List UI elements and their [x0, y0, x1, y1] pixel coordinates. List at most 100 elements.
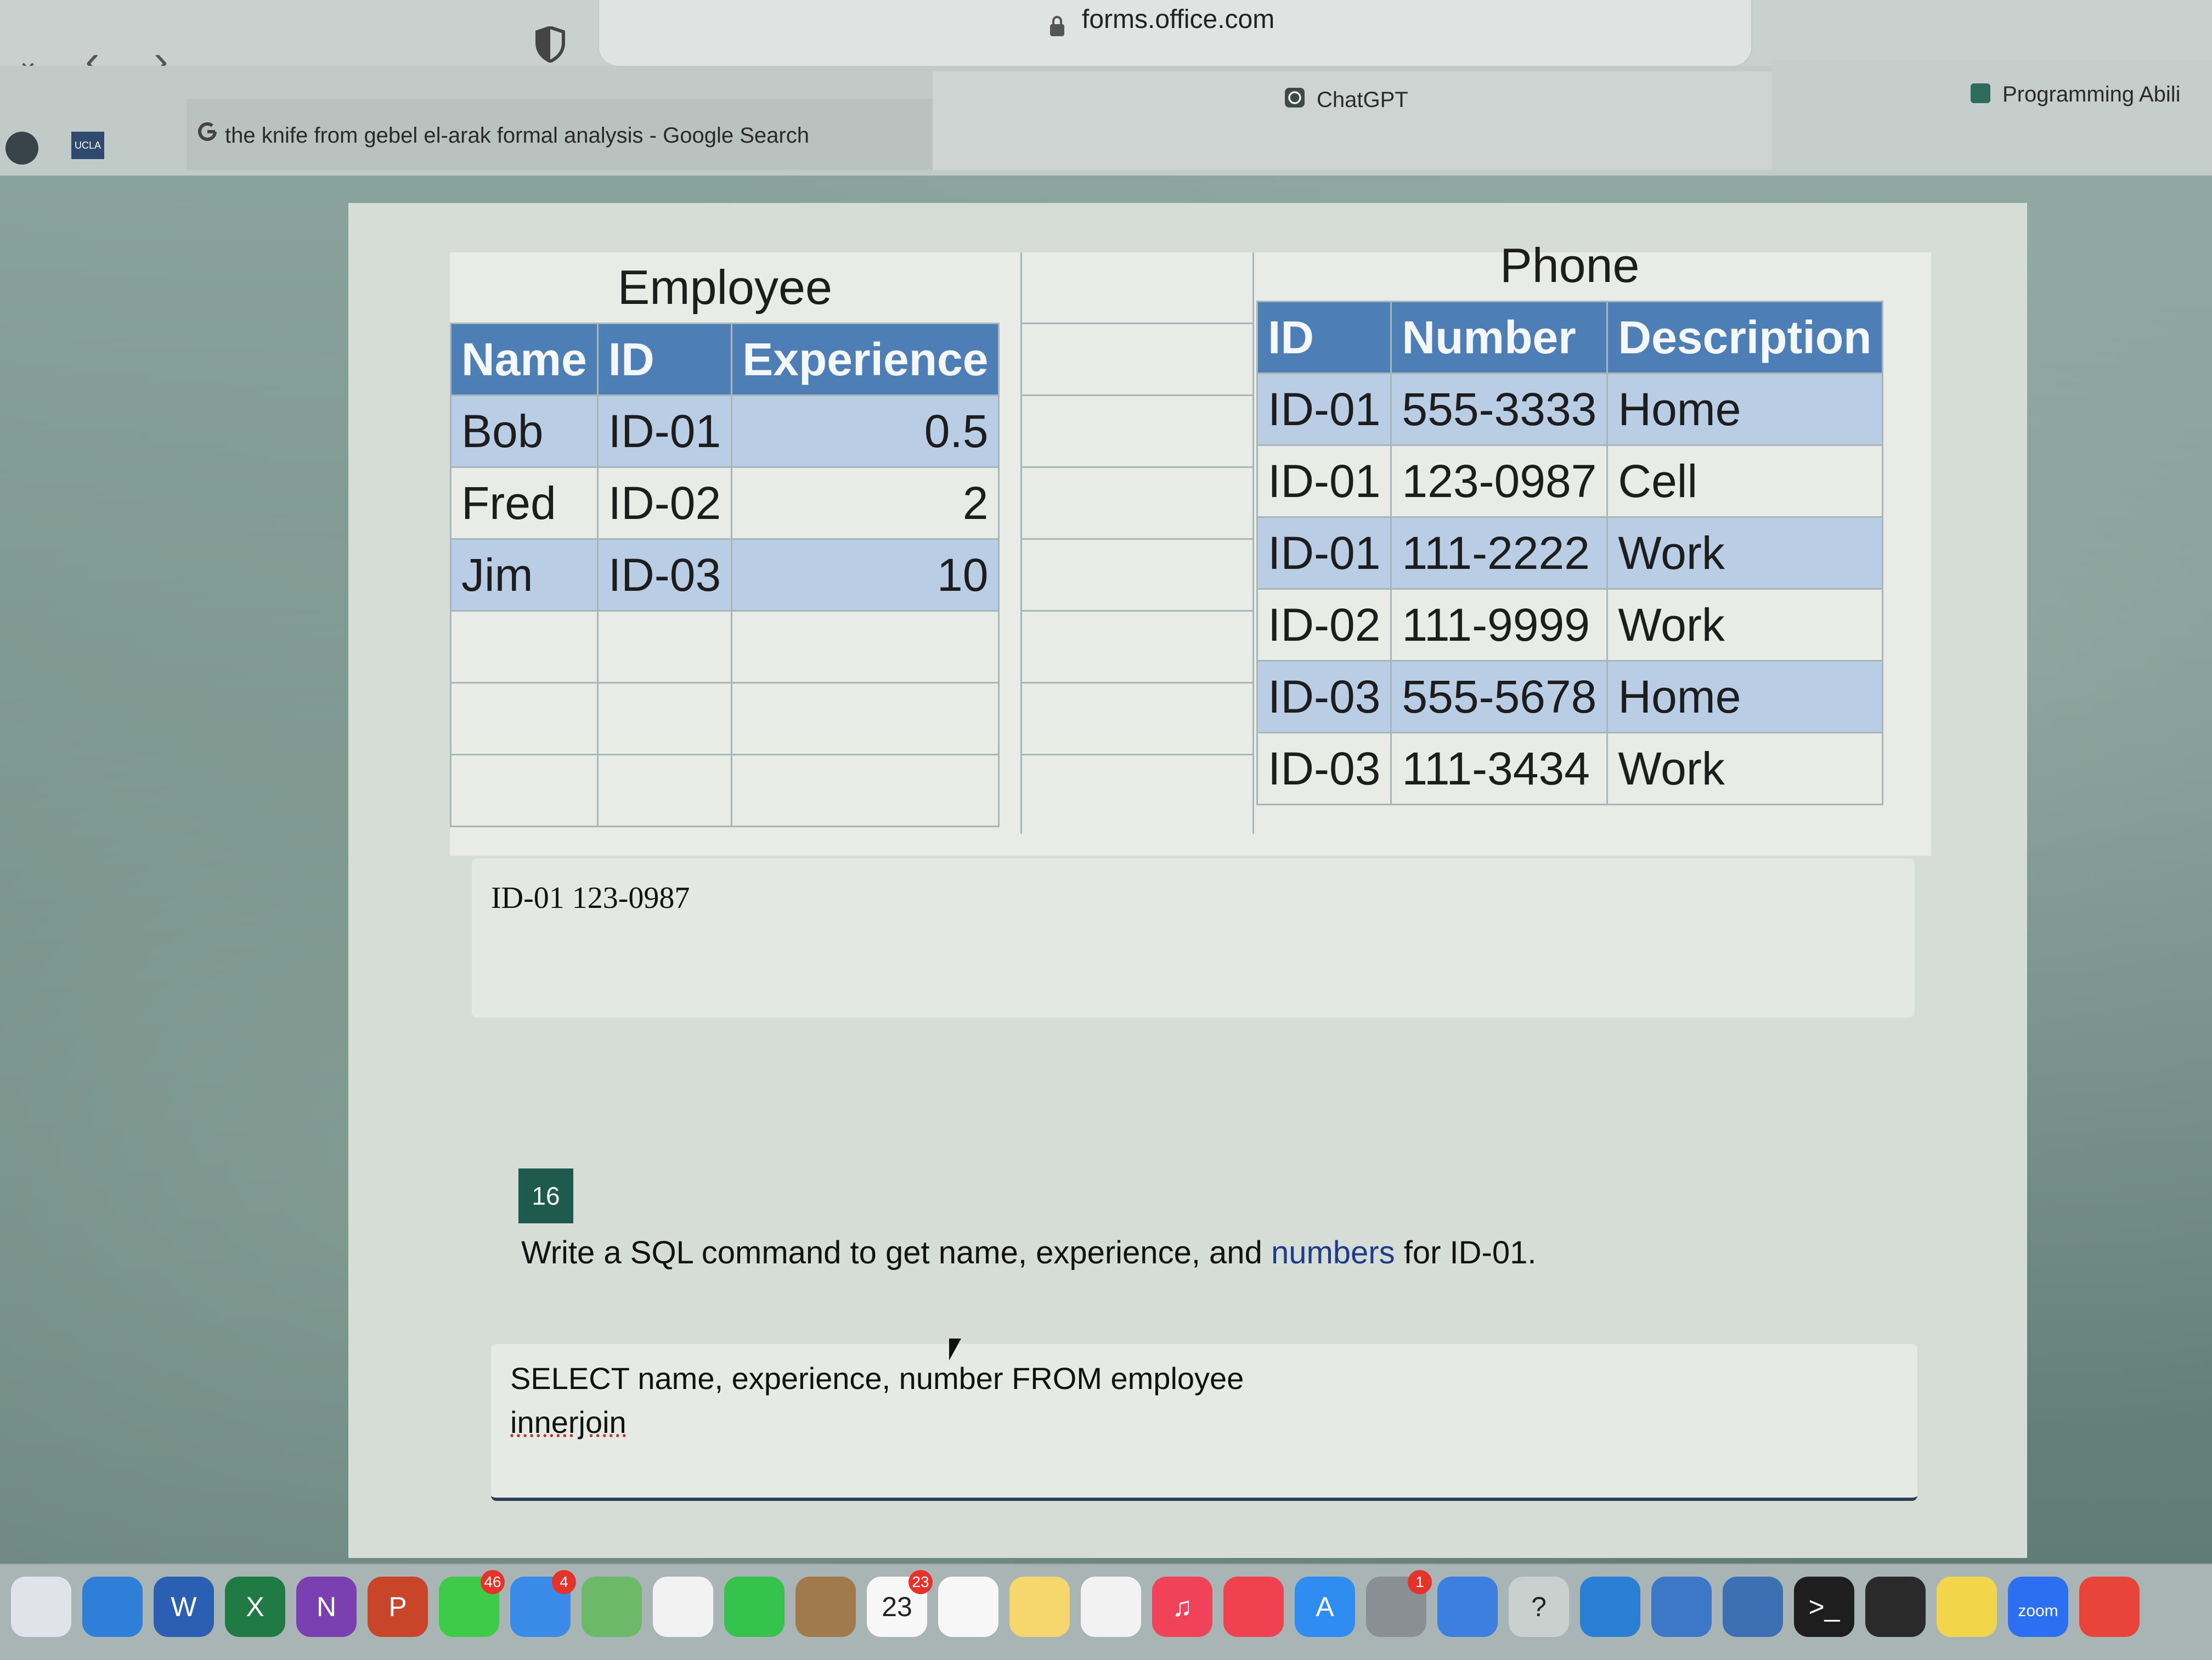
table-row: ID-02 111-9999 Work — [1256, 588, 1883, 662]
excel-icon[interactable]: X — [225, 1577, 285, 1637]
facetime-icon[interactable] — [724, 1577, 785, 1637]
previous-answer-text: ID-01 123-0987 — [491, 881, 690, 915]
cell-number: 555-3333 — [1390, 372, 1609, 446]
question-text-part: Write a SQL command to get name, experie… — [521, 1235, 1271, 1271]
notification-badge: 46 — [481, 1570, 505, 1594]
messages-icon[interactable]: 46 — [439, 1570, 505, 1637]
cell-id: ID-01 — [596, 394, 733, 468]
cell-experience: 2 — [731, 466, 1000, 540]
terminal-glyph: >_ — [1808, 1591, 1840, 1622]
cell-number: 111-2222 — [1390, 516, 1609, 590]
phone-title: Phone — [1500, 238, 1640, 292]
notes-icon[interactable] — [1009, 1577, 1070, 1637]
tab-label: Programming Abili — [2002, 82, 2181, 106]
terminal-icon[interactable]: >_ — [1794, 1577, 1854, 1637]
empty-row — [450, 754, 1000, 827]
zoom-icon[interactable]: zoom — [2008, 1577, 2068, 1637]
screen-sharing-icon[interactable] — [1437, 1577, 1498, 1637]
previous-answer-field[interactable]: ID-01 123-0987 — [472, 859, 1915, 1018]
word-icon[interactable]: W — [154, 1577, 214, 1637]
developer-tool-icon[interactable] — [1723, 1577, 1783, 1637]
calendar-glyph: 23 — [882, 1591, 912, 1622]
cell-id: ID-03 — [596, 538, 733, 612]
chrome-icon[interactable] — [2079, 1577, 2140, 1637]
cell-id: ID-02 — [1256, 588, 1392, 662]
forms-icon — [1971, 83, 1990, 103]
question-text-part: for ID-01. — [1395, 1235, 1537, 1271]
ucla-bookmark[interactable]: UCLA — [71, 132, 104, 159]
music-icon[interactable]: ♫ — [1152, 1577, 1212, 1637]
settings-icon[interactable]: 1 — [1366, 1570, 1432, 1637]
help-icon[interactable]: ? — [1509, 1577, 1569, 1637]
tab-label: the knife from gebel el-arak formal anal… — [225, 123, 809, 148]
vscode-icon[interactable] — [1580, 1577, 1640, 1637]
extension-icon[interactable] — [5, 132, 38, 165]
cell-description: Home — [1606, 660, 1883, 733]
mail-icon[interactable]: 4 — [510, 1570, 576, 1637]
reminders-icon[interactable] — [938, 1577, 998, 1637]
notification-badge: 1 — [1408, 1570, 1432, 1594]
notification-badge: 4 — [552, 1570, 576, 1594]
table-row: Bob ID-01 0.5 — [450, 394, 1000, 468]
cell-id: ID-01 — [1256, 516, 1392, 590]
forms-page: Employee Name ID Experience Bob ID-01 0.… — [348, 203, 2027, 1558]
privacy-shield-icon[interactable] — [535, 26, 566, 63]
question-text-highlight: numbers — [1271, 1235, 1395, 1271]
tab-chatgpt[interactable]: ChatGPT — [933, 71, 1773, 170]
url-text: forms.office.com — [1082, 5, 1275, 34]
tab-bar: UCLA the knife from gebel el-arak formal… — [0, 60, 2212, 176]
employee-title: Employee — [617, 260, 832, 314]
address-bar[interactable]: forms.office.com — [598, 0, 1752, 67]
maps-icon[interactable] — [582, 1577, 642, 1637]
cell-description: Work — [1606, 588, 1883, 662]
cell-number: 111-9999 — [1390, 588, 1609, 662]
launchpad-icon[interactable] — [11, 1577, 71, 1637]
appstore-glyph: A — [1316, 1591, 1334, 1622]
cell-id: ID-01 — [1256, 372, 1392, 446]
help-glyph: ? — [1531, 1591, 1547, 1622]
cell-number: 123-0987 — [1390, 444, 1609, 518]
header-id: ID — [1256, 301, 1392, 374]
employee-header-row: Name ID Experience — [450, 323, 1000, 396]
cell-experience: 0.5 — [731, 394, 1000, 468]
appstore-icon[interactable]: A — [1295, 1577, 1355, 1637]
xcode-icon[interactable] — [1651, 1577, 1712, 1637]
safari-icon[interactable] — [82, 1577, 143, 1637]
tab-programming[interactable]: Programming Abili — [1772, 60, 2212, 170]
cell-description: Work — [1606, 516, 1883, 590]
answer-textarea[interactable]: SELECT name, experience, number FROM emp… — [491, 1344, 1917, 1501]
empty-row — [450, 682, 1000, 755]
zoom-glyph: zoom — [2018, 1602, 2058, 1620]
header-experience: Experience — [731, 323, 1000, 396]
tab-google-search[interactable]: the knife from gebel el-arak formal anal… — [187, 99, 934, 170]
header-number: Number — [1390, 301, 1609, 374]
answer-line-2: innerjoin — [510, 1405, 627, 1439]
cell-name: Bob — [450, 394, 599, 468]
table-row: ID-01 111-2222 Work — [1256, 516, 1883, 590]
question-text: Write a SQL command to get name, experie… — [521, 1234, 1536, 1271]
cell-number: 555-5678 — [1390, 660, 1609, 733]
archive-icon[interactable] — [795, 1577, 856, 1637]
header-id: ID — [596, 323, 733, 396]
photos-icon[interactable] — [653, 1577, 713, 1637]
cell-id: ID-03 — [1256, 660, 1392, 733]
chatgpt-icon — [1285, 88, 1305, 108]
cell-id: ID-01 — [1256, 444, 1392, 518]
news-icon[interactable] — [1223, 1577, 1284, 1637]
onenote-icon[interactable]: N — [296, 1577, 357, 1637]
freeform-icon[interactable] — [1081, 1577, 1141, 1637]
empty-column — [1020, 252, 1254, 834]
table-row: ID-01 555-3333 Home — [1256, 372, 1883, 446]
powerpoint-icon[interactable]: P — [368, 1577, 428, 1637]
header-description: Description — [1606, 301, 1883, 374]
stickies-icon[interactable] — [1937, 1577, 1997, 1637]
lock-icon — [1050, 16, 1064, 36]
powerpoint-glyph: P — [388, 1591, 407, 1622]
header-name: Name — [450, 323, 599, 396]
question-image: Employee Name ID Experience Bob ID-01 0.… — [450, 238, 1931, 856]
calendar-icon[interactable]: 23 23 — [867, 1570, 933, 1637]
activity-monitor-icon[interactable] — [1865, 1577, 1926, 1637]
cell-id: ID-02 — [596, 466, 733, 540]
mouse-pointer-icon — [949, 1339, 961, 1360]
phone-table: Phone ID Number Description ID-01 555-33… — [1256, 230, 1883, 805]
